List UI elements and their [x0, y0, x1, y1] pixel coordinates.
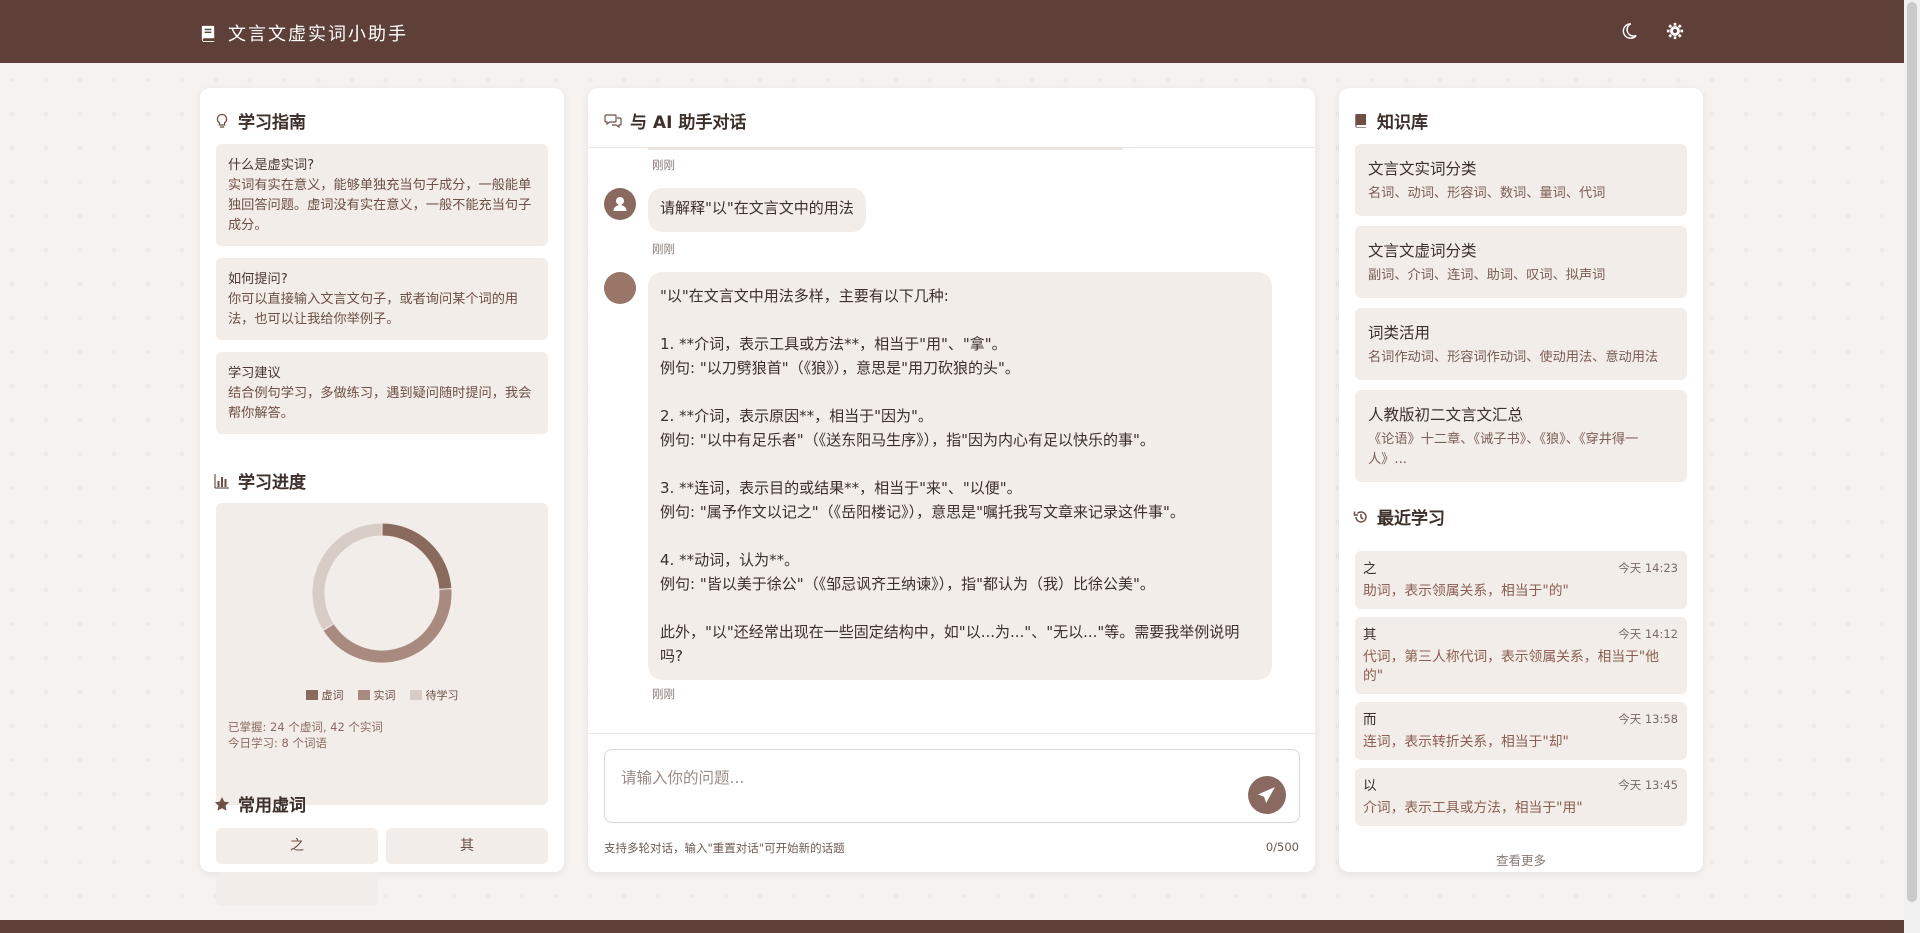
char-count: 0/500 — [1265, 840, 1299, 854]
donut-slice-虚词 — [381, 522, 453, 590]
left-panel: 学习指南 什么是虚实词? 实词有实在意义，能够单独充当句子成分，一般能单独回答问… — [200, 88, 564, 872]
recent-item[interactable]: 其 今天 14:12 代词，第三人称代词，表示领属关系，相当于"他的" — [1355, 617, 1687, 694]
recent-time: 今天 14:23 — [1618, 561, 1678, 575]
word-button[interactable]: 之 — [216, 828, 378, 864]
kb-item[interactable]: 人教版初二文言文汇总 《论语》十二章、《诫子书》、《狼》、《穿井得一人》... — [1355, 390, 1687, 482]
chat-header: 与 AI 助手对话 — [588, 88, 1315, 148]
legend-item-pending: 待学习 — [409, 687, 459, 703]
kb-item-desc: 名词、动词、形容词、数词、量词、代词 — [1368, 186, 1606, 201]
chart-legend: 虚词 实词 待学习 — [216, 687, 548, 703]
guide-item-text: 实词有实在意义，能够单独充当句子成分，一般能单独回答问题。虚词没有实在意义，一般… — [228, 178, 532, 233]
user-icon — [613, 197, 627, 211]
kb-header: 知识库 — [1353, 108, 1428, 133]
progress-title: 学习进度 — [238, 473, 306, 493]
kb-item-title: 文言文虚词分类 — [1368, 242, 1477, 260]
kb-item[interactable]: 词类活用 名词作动词、形容词作动词、使动用法、意动用法 — [1355, 308, 1687, 380]
recent-item[interactable]: 而 今天 13:58 连词，表示转折关系，相当于"却" — [1355, 702, 1687, 760]
guide-item: 如何提问? 你可以直接输入文言文句子，或者询问某个词的用法，也可以让我给你举例子… — [216, 258, 548, 340]
kb-item-title: 词类活用 — [1368, 324, 1431, 342]
kb-item-desc: 《论语》十二章、《诫子书》、《狼》、《穿井得一人》... — [1368, 432, 1639, 467]
recent-desc: 助词，表示领属关系，相当于"的" — [1363, 583, 1569, 599]
progress-donut-chart — [311, 522, 453, 664]
recent-desc: 代词，第三人称代词，表示领属关系，相当于"他的" — [1363, 649, 1660, 684]
recent-time: 今天 14:12 — [1618, 627, 1678, 641]
send-button[interactable] — [1248, 776, 1286, 814]
guide-item: 什么是虚实词? 实词有实在意义，能够单独充当句子成分，一般能单独回答问题。虚词没… — [216, 144, 548, 246]
recent-title: 最近学习 — [1377, 509, 1445, 529]
recent-desc: 介词，表示工具或方法，相当于"用" — [1363, 800, 1583, 816]
kb-title: 知识库 — [1377, 113, 1428, 133]
progress-stats: 已掌握: 24 个虚词, 42 个实词 今日学习: 8 个词语 — [228, 719, 383, 751]
guide-header: 学习指南 — [214, 108, 306, 133]
donut-slice-实词 — [322, 588, 453, 664]
lightbulb-icon — [216, 113, 228, 128]
bar-chart-icon — [214, 473, 229, 489]
word-button-overflow — [216, 872, 378, 906]
book-icon — [1355, 113, 1366, 128]
assistant-message: "以"在文言文中用法多样，主要有以下几种: 1. **介词，表示工具或方法**，… — [648, 272, 1272, 680]
recent-time: 今天 13:58 — [1618, 712, 1678, 726]
guide-item-title: 什么是虚实词? — [228, 158, 315, 173]
assistant-avatar — [604, 272, 636, 304]
kb-item-title: 人教版初二文言文汇总 — [1368, 406, 1524, 424]
legend-item-shici: 实词 — [357, 687, 396, 703]
guide-title: 学习指南 — [238, 113, 306, 133]
message-time: 刚刚 — [652, 242, 675, 256]
user-message: 请解释"以"在文言文中的用法 — [648, 188, 866, 232]
moon-icon[interactable] — [1620, 22, 1638, 40]
donut-slice-待学习 — [311, 522, 383, 632]
scrollbar-thumb[interactable] — [1907, 2, 1917, 902]
footer-bar — [0, 920, 1904, 933]
recent-item[interactable]: 以 今天 13:45 介词，表示工具或方法，相当于"用" — [1355, 768, 1687, 826]
page-scrollbar[interactable] — [1904, 0, 1920, 933]
message-time: 刚刚 — [652, 687, 675, 701]
view-more-link[interactable]: 查看更多 — [1339, 850, 1703, 869]
common-words-title: 常用虚词 — [238, 796, 306, 816]
comments-icon — [604, 113, 622, 128]
word-button[interactable]: 其 — [386, 828, 548, 864]
recent-header: 最近学习 — [1353, 504, 1445, 529]
app-brand[interactable]: 文言文虚实词小助手 — [199, 20, 408, 46]
recent-desc: 连词，表示转折关系，相当于"却" — [1363, 734, 1569, 750]
kb-item-title: 文言文实词分类 — [1368, 160, 1477, 178]
common-words-header: 常用虚词 — [214, 791, 306, 816]
recent-item[interactable]: 之 今天 14:23 助词，表示领属关系，相当于"的" — [1355, 551, 1687, 609]
book-icon — [201, 25, 215, 42]
message-time: 刚刚 — [652, 158, 675, 172]
user-avatar — [604, 188, 636, 220]
question-input[interactable]: 请输入你的问题... — [604, 749, 1300, 823]
recent-time: 今天 13:45 — [1618, 778, 1678, 792]
star-icon — [214, 796, 230, 811]
input-hint: 支持多轮对话，输入"重置对话"可开始新的话题 — [604, 841, 845, 855]
guide-item-text: 结合例句学习，多做练习，遇到疑问随时提问，我会帮你解答。 — [228, 386, 532, 421]
paper-plane-icon — [1258, 787, 1275, 803]
history-icon — [1353, 510, 1367, 523]
guide-item-title: 如何提问? — [228, 272, 288, 287]
guide-item-title: 学习建议 — [228, 366, 281, 381]
guide-item: 学习建议 结合例句学习，多做练习，遇到疑问随时提问，我会帮你解答。 — [216, 352, 548, 434]
kb-item-desc: 名词作动词、形容词作动词、使动用法、意动用法 — [1368, 350, 1659, 365]
stats-mastered: 已掌握: 24 个虚词, 42 个实词 — [228, 720, 383, 734]
right-panel: 知识库 文言文实词分类 名词、动词、形容词、数词、量词、代词 文言文虚词分类 副… — [1339, 88, 1703, 872]
guide-item-text: 你可以直接输入文言文句子，或者询问某个词的用法，也可以让我给你举例子。 — [228, 292, 519, 327]
progress-header: 学习进度 — [214, 468, 306, 493]
gear-icon[interactable] — [1666, 22, 1684, 40]
kb-item-desc: 副词、介词、连词、助词、叹词、拟声词 — [1368, 268, 1606, 283]
progress-chart-box: 虚词 实词 待学习 已掌握: 24 个虚词, 42 个实词 今日学习: 8 个词… — [216, 503, 548, 805]
top-navbar: 文言文虚实词小助手 — [0, 0, 1904, 63]
kb-item[interactable]: 文言文实词分类 名词、动词、形容词、数词、量词、代词 — [1355, 144, 1687, 216]
stats-today: 今日学习: 8 个词语 — [228, 736, 328, 750]
app-title: 文言文虚实词小助手 — [228, 24, 408, 45]
legend-item-xuci: 虚词 — [305, 687, 344, 703]
chat-panel: 与 AI 助手对话 刚刚 请解释"以"在文言文中的用法 刚刚 "以"在文言文中用… — [588, 88, 1315, 872]
kb-item[interactable]: 文言文虚词分类 副词、介词、连词、助词、叹词、拟声词 — [1355, 226, 1687, 298]
chat-title: 与 AI 助手对话 — [630, 113, 747, 133]
